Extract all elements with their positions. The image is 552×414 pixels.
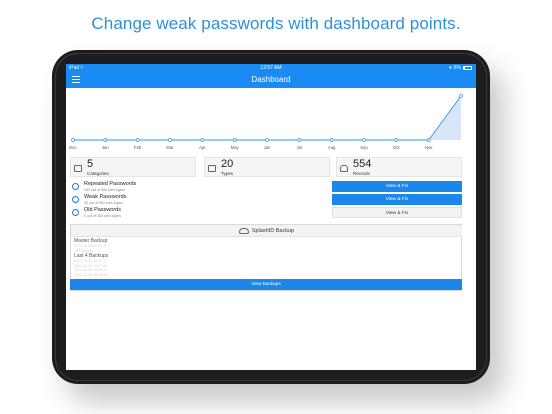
status-time: 12:57 AM — [260, 65, 282, 71]
chart-area — [73, 96, 461, 140]
x-tick-label: Mar — [166, 145, 174, 150]
x-tick-label: Jan — [102, 145, 109, 150]
chart-point — [200, 138, 205, 142]
categories-icon — [74, 165, 82, 172]
stat-categories[interactable]: 5 Categories — [70, 157, 196, 177]
status-bar: iPad ≈ 12:57 AM ∗ 6% — [66, 64, 476, 72]
stats-panel: 5 Categories 20 Types 554 Records — [70, 157, 462, 177]
status-circle-icon — [72, 196, 79, 203]
status-circle-icon — [72, 183, 79, 190]
chart-point — [168, 138, 172, 142]
master-backup-date: 2014-11-05 06:03:45 — [74, 244, 108, 248]
list-item-title: Old Passwords — [84, 207, 121, 213]
records-icon — [340, 165, 348, 172]
list-item-repeated-passwords: Repeated Passwords 163 out of 554 web lo… — [70, 181, 462, 193]
view-fix-repeated-button[interactable]: View & Fix — [332, 181, 462, 192]
nav-bar: Dashboard — [66, 72, 476, 88]
page-title: Dashboard — [251, 75, 291, 84]
stat-label: Records — [353, 171, 370, 176]
list-item-title: Weak Passwords — [84, 194, 127, 200]
view-fix-old-button[interactable]: View & Fix — [332, 207, 462, 218]
x-tick-label: May — [231, 145, 240, 150]
x-tick-label: Dec — [69, 145, 76, 150]
x-tick-label: Sep — [360, 145, 368, 150]
promo-title: Change weak passwords with dashboard poi… — [91, 14, 461, 33]
backup-header: SplashID Backup — [71, 225, 462, 237]
stat-records[interactable]: 554 Records — [336, 157, 462, 177]
backup-entry[interactable]: 2014-11-05 14:06:33 — [74, 268, 107, 272]
chart-point — [297, 138, 302, 142]
stat-value: 554 — [353, 158, 372, 170]
x-tick-label: Jun — [264, 145, 271, 150]
view-fix-weak-button[interactable]: View & Fix — [332, 194, 462, 205]
backup-entry[interactable]: 2014-11-04 18:18:05 — [74, 273, 107, 277]
list-item-subtitle: 163 out of 554 web logins — [84, 187, 125, 192]
chart-point — [362, 138, 366, 142]
list-item-weak-passwords: Weak Passwords 30 out of 554 web logins … — [70, 194, 462, 206]
stat-value: 5 — [87, 158, 94, 170]
chart-point — [103, 138, 108, 142]
x-tick-label: Nov — [425, 145, 433, 150]
app-screen: iPad ≈ 12:57 AM ∗ 6% Dashboard Dec Jan Feb… — [66, 64, 476, 370]
battery-icon — [463, 65, 472, 70]
backup-entry[interactable]: 2014-11-05 14:57:24 — [74, 259, 107, 263]
stat-label: Categories — [87, 171, 109, 176]
list-item-subtitle: 30 out of 554 web logins — [84, 200, 123, 205]
password-health-list: Repeated Passwords 163 out of 554 web lo… — [70, 181, 462, 219]
master-backup-records: 354 records — [74, 248, 93, 253]
x-tick-label: Oct — [393, 145, 400, 150]
battery-indicator: ∗ 6% — [448, 64, 472, 72]
chart-point — [135, 138, 140, 142]
list-item-title: Repeated Passwords — [84, 181, 137, 187]
chart-line — [73, 95, 462, 141]
x-tick-label: Apr — [199, 145, 206, 150]
records-chart: Dec Jan Feb Mar Apr May Jun Jul Aug Sep Oct Nov — [66, 88, 476, 152]
status-circle-icon — [72, 209, 79, 216]
backup-entry[interactable]: 2014-11-05 14:57:28 — [74, 264, 107, 268]
chart-point — [329, 138, 334, 142]
chart-svg: Dec Jan Feb Mar Apr May Jun Jul Aug Sep Oct Nov — [69, 94, 463, 150]
x-tick-label: Jul — [297, 145, 302, 150]
chart-point — [426, 138, 431, 142]
backup-title: SplashID Backup — [251, 228, 295, 234]
stat-types[interactable]: 20 Types — [204, 157, 330, 177]
stat-value: 20 — [221, 158, 234, 170]
stat-label: Types — [221, 171, 234, 176]
bluetooth-icon: ∗ — [448, 65, 453, 71]
chart-point — [459, 94, 463, 98]
chart-point — [71, 138, 75, 142]
x-tick-label: Feb — [134, 145, 142, 150]
view-backups-button[interactable]: View backups — [70, 279, 462, 290]
x-tick-label: Aug — [328, 145, 336, 150]
cloud-icon — [238, 227, 249, 234]
types-icon — [208, 165, 216, 172]
list-item-old-passwords: Old Passwords 0 out of 554 web logins Vi… — [70, 207, 462, 219]
chart-point — [232, 138, 237, 142]
chart-point — [265, 138, 269, 142]
list-item-subtitle: 0 out of 554 web logins — [84, 213, 121, 218]
chart-point — [394, 138, 399, 142]
